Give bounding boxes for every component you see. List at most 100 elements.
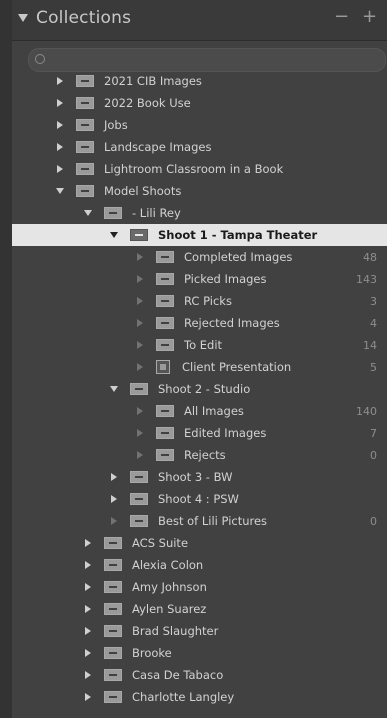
collapsed-triangle-icon[interactable] — [54, 141, 66, 153]
collection-item[interactable]: Picked Images 143 — [12, 268, 387, 290]
collection-set-item[interactable]: 2022 Book Use — [12, 92, 387, 114]
collapsed-triangle-icon[interactable] — [54, 97, 66, 109]
collection-label: Amy Johnson — [132, 580, 207, 594]
collection-label: Model Shoots — [104, 184, 182, 198]
collapsed-triangle-icon[interactable] — [82, 691, 94, 703]
triangle-glyph — [111, 495, 117, 503]
triangle-glyph — [56, 188, 64, 194]
collection-label: Client Presentation — [182, 360, 292, 374]
collection-set-icon — [76, 141, 94, 153]
triangle-glyph — [137, 275, 143, 283]
collection-item[interactable]: Rejected Images 4 — [12, 312, 387, 334]
collapsed-triangle-icon[interactable] — [82, 647, 94, 659]
collection-filter-input[interactable] — [29, 49, 379, 72]
collection-set-item[interactable]: Model Shoots — [12, 180, 387, 202]
collection-label: 2021 CIB Images — [104, 74, 202, 88]
disabled-triangle-icon — [134, 361, 146, 373]
triangle-glyph — [57, 165, 63, 173]
collection-icon — [156, 317, 174, 329]
collection-set-item[interactable]: Shoot 2 - Studio — [12, 378, 387, 400]
expanded-triangle-icon[interactable] — [54, 185, 66, 197]
expanded-triangle-icon[interactable] — [108, 229, 120, 241]
triangle-glyph — [85, 649, 91, 657]
collection-set-item[interactable]: Amy Johnson — [12, 576, 387, 598]
collection-label: Lightroom Classroom in a Book — [104, 162, 284, 176]
collection-set-item[interactable]: - Lili Rey — [12, 202, 387, 224]
collection-label: ACS Suite — [132, 536, 189, 550]
collection-icon — [156, 427, 174, 439]
disabled-triangle-icon — [134, 427, 146, 439]
add-collection-button[interactable]: + — [362, 6, 377, 27]
collapse-triangle-icon[interactable] — [18, 14, 28, 22]
collection-set-item[interactable]: Landscape Images — [12, 136, 387, 158]
triangle-glyph — [110, 232, 118, 238]
collection-set-item[interactable]: Shoot 4 : PSW — [12, 488, 387, 510]
collapsed-triangle-icon[interactable] — [82, 559, 94, 571]
collection-set-icon — [104, 603, 122, 615]
collections-panel: Collections − + 2021 CIB Images 2022 Book… — [12, 0, 387, 718]
collection-set-item[interactable]: Best of Lili Pictures 0 — [12, 510, 387, 532]
collection-set-item[interactable]: Casa De Tabaco — [12, 664, 387, 686]
collection-set-item[interactable]: Lightroom Classroom in a Book — [12, 158, 387, 180]
collapsed-triangle-icon[interactable] — [82, 537, 94, 549]
expanded-triangle-icon[interactable] — [82, 207, 94, 219]
collapsed-triangle-icon[interactable] — [82, 603, 94, 615]
collection-label: Brooke — [132, 646, 172, 660]
collection-set-icon — [76, 119, 94, 131]
triangle-glyph — [137, 297, 143, 305]
triangle-glyph — [137, 341, 143, 349]
collection-count: 0 — [370, 448, 377, 462]
collection-icon — [156, 405, 174, 417]
collection-label: RC Picks — [184, 294, 232, 308]
collections-header[interactable]: Collections − + — [12, 0, 387, 41]
collapsed-triangle-icon[interactable] — [82, 625, 94, 637]
disabled-triangle-icon — [134, 449, 146, 461]
collection-count: 4 — [370, 316, 377, 330]
collapsed-triangle-icon[interactable] — [82, 581, 94, 593]
collection-item[interactable]: Completed Images 48 — [12, 246, 387, 268]
collection-count: 14 — [363, 338, 377, 352]
collection-set-item[interactable]: Brad Slaughter — [12, 620, 387, 642]
collection-item[interactable]: RC Picks 3 — [12, 290, 387, 312]
collection-set-icon — [76, 97, 94, 109]
collection-label: Charlotte Langley — [132, 690, 235, 704]
collection-item[interactable]: Rejects 0 — [12, 444, 387, 466]
expanded-triangle-icon[interactable] — [108, 383, 120, 395]
collection-icon — [130, 515, 148, 527]
collection-icon — [156, 339, 174, 351]
collapsed-triangle-icon[interactable] — [108, 493, 120, 505]
collapsed-triangle-icon[interactable] — [54, 119, 66, 131]
collection-set-item[interactable]: Brooke — [12, 642, 387, 664]
collapsed-triangle-icon[interactable] — [108, 471, 120, 483]
collection-set-item[interactable]: Shoot 3 - BW — [12, 466, 387, 488]
collection-count: 48 — [363, 250, 377, 264]
collection-set-item[interactable]: Aylen Suarez — [12, 598, 387, 620]
collection-set-item[interactable]: Jobs — [12, 114, 387, 136]
panel-gutter — [0, 0, 12, 718]
collection-item[interactable]: To Edit 14 — [12, 334, 387, 356]
collection-set-icon — [104, 647, 122, 659]
collapsed-triangle-icon[interactable] — [54, 75, 66, 87]
collection-set-item[interactable]: Alexia Colon — [12, 554, 387, 576]
collection-label: Picked Images — [184, 272, 267, 286]
collection-filter-field[interactable] — [28, 48, 386, 72]
collection-item[interactable]: All Images 140 — [12, 400, 387, 422]
collection-set-icon — [130, 383, 148, 395]
triangle-glyph — [85, 671, 91, 679]
triangle-glyph — [111, 473, 117, 481]
collapsed-triangle-icon[interactable] — [54, 163, 66, 175]
collection-set-icon — [130, 493, 148, 505]
triangle-glyph — [137, 253, 143, 261]
collection-icon — [156, 295, 174, 307]
collection-set-item[interactable]: ACS Suite — [12, 532, 387, 554]
collection-item[interactable]: Client Presentation 5 — [12, 356, 387, 378]
collection-set-item[interactable]: 2021 CIB Images — [12, 70, 387, 92]
collapsed-triangle-icon[interactable] — [82, 669, 94, 681]
triangle-glyph — [84, 210, 92, 216]
remove-collection-button[interactable]: − — [334, 6, 349, 27]
collection-item[interactable]: Edited Images 7 — [12, 422, 387, 444]
collection-set-item[interactable]: Charlotte Langley — [12, 686, 387, 708]
collection-set-icon — [76, 185, 94, 197]
collection-icon — [156, 449, 174, 461]
collection-set-item[interactable]: Shoot 1 - Tampa Theater — [12, 224, 387, 246]
